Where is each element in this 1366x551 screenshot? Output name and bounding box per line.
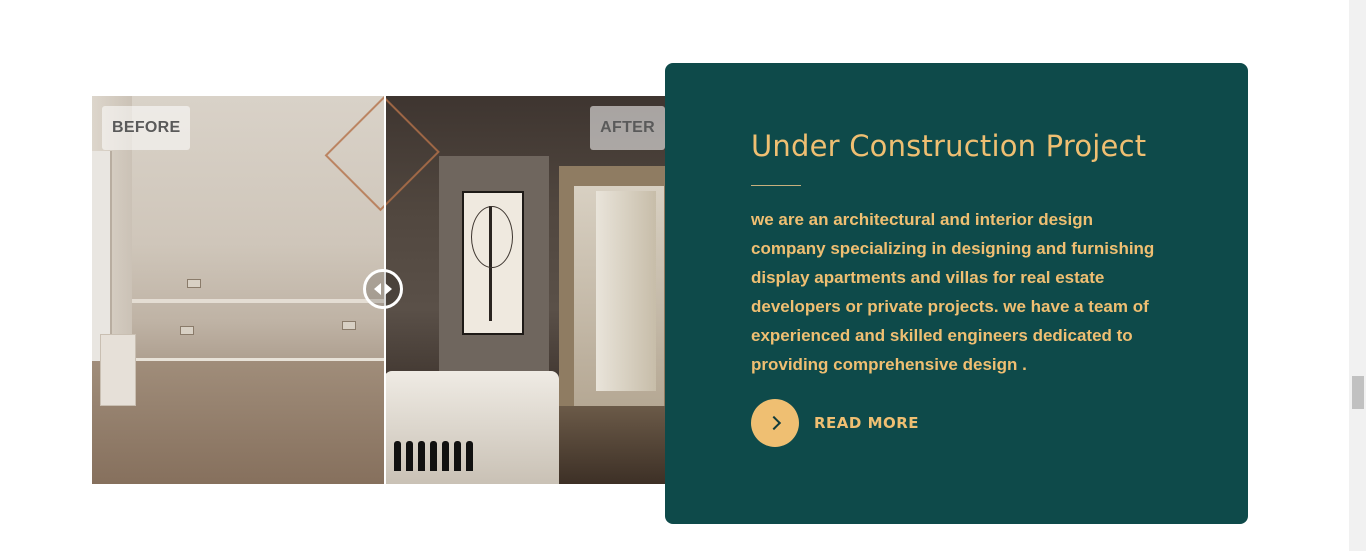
drag-left-right-icon[interactable] xyxy=(363,269,403,309)
card-description: we are an architectural and interior des… xyxy=(751,210,1155,374)
radiator-shape xyxy=(100,334,136,406)
before-label: BEFORE xyxy=(102,106,191,150)
read-more-button[interactable]: READ MORE xyxy=(751,399,919,447)
title-divider xyxy=(751,185,801,186)
arrow-right-icon xyxy=(385,283,392,295)
scrollbar-thumb[interactable] xyxy=(1352,376,1364,409)
card-title: Under Construction Project xyxy=(751,129,1147,163)
read-more-circle[interactable] xyxy=(751,399,799,447)
after-image xyxy=(324,96,665,484)
read-more-label[interactable]: READ MORE xyxy=(814,414,919,432)
chevron-right-icon xyxy=(766,415,781,431)
arrow-left-icon xyxy=(374,283,381,295)
chess-pieces xyxy=(394,441,494,484)
before-after-slider[interactable]: BEFORE AFTER xyxy=(92,96,665,484)
after-label: AFTER xyxy=(590,106,665,150)
project-info-card: Under Construction Project we are an arc… xyxy=(665,63,1248,524)
page-scrollbar[interactable] xyxy=(1349,0,1366,551)
